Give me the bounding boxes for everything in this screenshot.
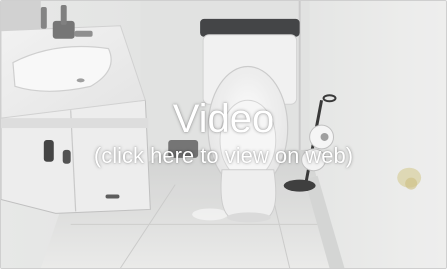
video-thumbnail-link[interactable]: Video (click here to view on web): [0, 0, 447, 269]
bathroom-thumbnail-image: [1, 1, 446, 268]
